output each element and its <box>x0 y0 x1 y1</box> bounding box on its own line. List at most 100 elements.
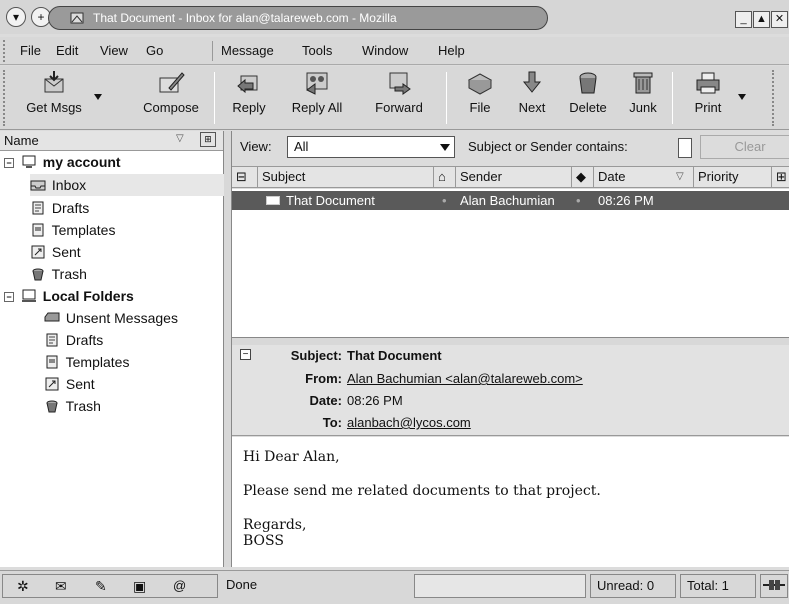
folder-sent[interactable]: Sent <box>30 241 81 263</box>
message-body[interactable]: Hi Dear Alan, Please send me related doc… <box>232 437 789 567</box>
clear-button[interactable]: Clear <box>700 135 789 159</box>
folder-templates[interactable]: Templates <box>44 351 129 373</box>
row-date: 08:26 PM <box>598 193 654 208</box>
next-label: Next <box>518 100 546 115</box>
message-splitter[interactable] <box>232 337 789 345</box>
minimize-button[interactable]: _ <box>735 11 752 28</box>
subject-label: Subject: <box>290 348 342 363</box>
column-date[interactable]: Date ▽ <box>594 167 694 188</box>
irc-chat-icon[interactable]: @ <box>173 575 186 597</box>
from-link[interactable]: Alan Bachumian <alan@talareweb.com> <box>347 371 583 386</box>
to-label: To: <box>322 415 342 430</box>
folder-label: Sent <box>51 244 81 260</box>
folder-trash[interactable]: Trash <box>44 395 101 417</box>
print-dropdown[interactable] <box>738 94 746 100</box>
maximize-button[interactable]: ▲ <box>753 11 770 28</box>
delete-label: Delete <box>569 100 607 115</box>
toolbar-grip[interactable] <box>3 70 8 126</box>
account-name: my account <box>42 154 121 170</box>
address-book-icon[interactable]: ▣ <box>133 575 146 597</box>
chevron-down-icon <box>440 144 450 151</box>
column-picker-icon[interactable]: ⊞ <box>200 132 216 147</box>
header-collapse-icon[interactable]: − <box>240 349 251 360</box>
forward-label: Forward <box>375 100 423 115</box>
folder-sent[interactable]: Sent <box>44 373 95 395</box>
compose-label: Compose <box>143 100 199 115</box>
menu-edit[interactable]: Edit <box>56 43 78 58</box>
toolbar-separator <box>214 72 215 124</box>
folder-inbox[interactable]: Inbox <box>30 174 224 196</box>
mozilla-icon <box>70 12 84 24</box>
get-msgs-button[interactable]: Get Msgs <box>20 70 88 126</box>
search-input[interactable] <box>678 138 692 158</box>
folder-drafts[interactable]: Drafts <box>44 329 103 351</box>
trash-icon <box>32 268 44 281</box>
compose-button[interactable]: Compose <box>136 70 206 126</box>
account-name: Local Folders <box>42 288 134 304</box>
to-link[interactable]: alanbach@lycos.com <box>347 415 471 430</box>
folder-pane-header[interactable]: Name ▽ ⊞ <box>0 131 223 151</box>
sent-icon <box>31 245 45 259</box>
body-text: Please send me related documents to that… <box>243 483 601 499</box>
menubar-grip[interactable] <box>3 40 8 62</box>
junk-button[interactable]: Junk <box>622 70 664 126</box>
row-sender: Alan Bachumian <box>460 193 555 208</box>
navigator-icon[interactable]: ✲ <box>17 575 29 597</box>
mail-icon[interactable]: ✉ <box>55 575 67 597</box>
column-picker-icon[interactable]: ⊞ <box>772 167 789 188</box>
column-sender[interactable]: Sender <box>456 167 572 188</box>
window-title-pill: That Document - Inbox for alan@talareweb… <box>48 6 548 30</box>
reply-button[interactable]: Reply <box>226 70 272 126</box>
status-bar: ✲ ✉ ✎ ▣ @ Done Unread: 0 Total: 1 <box>0 570 789 604</box>
menubar-divider <box>212 41 213 61</box>
online-status-icon[interactable] <box>760 574 788 598</box>
menu-message[interactable]: Message <box>221 43 274 58</box>
column-subject[interactable]: Subject <box>258 167 434 188</box>
message-icon <box>266 196 280 205</box>
plug-icon <box>763 580 785 590</box>
next-button[interactable]: Next <box>510 70 554 126</box>
delete-button[interactable]: Delete <box>562 70 614 126</box>
print-button[interactable]: Print <box>684 70 732 126</box>
print-label: Print <box>694 100 722 115</box>
menu-go[interactable]: Go <box>146 43 163 58</box>
reply-label: Reply <box>232 100 266 115</box>
collapse-toggle-icon[interactable]: − <box>4 292 14 302</box>
forward-button[interactable]: Forward <box>362 70 436 126</box>
pane-splitter[interactable] <box>224 131 232 567</box>
thread-dot-icon: • <box>442 193 447 208</box>
message-header: − Subject: That Document From: Alan Bach… <box>232 345 789 436</box>
title-bar: ▾ + That Document - Inbox for alan@talar… <box>0 0 789 34</box>
account-local-folders[interactable]: − Local Folders <box>4 285 134 307</box>
menu-help[interactable]: Help <box>438 43 465 58</box>
window-menu-button[interactable]: ▾ <box>6 7 26 27</box>
reply-all-button[interactable]: Reply All <box>280 70 354 126</box>
collapse-toggle-icon[interactable]: − <box>4 158 14 168</box>
menu-tools[interactable]: Tools <box>302 43 332 58</box>
folder-drafts[interactable]: Drafts <box>30 197 89 219</box>
table-row[interactable]: That Document • Alan Bachumian • 08:26 P… <box>232 191 789 210</box>
composer-icon[interactable]: ✎ <box>95 575 107 597</box>
get-msgs-dropdown[interactable] <box>94 94 102 100</box>
attachment-column-icon[interactable]: ⌂ <box>434 167 456 188</box>
view-select[interactable]: All <box>287 136 455 158</box>
menu-file[interactable]: File <box>20 43 41 58</box>
menu-window[interactable]: Window <box>362 43 408 58</box>
total-count: Total: 1 <box>680 574 756 598</box>
view-label: View: <box>240 139 272 154</box>
drafts-icon <box>32 201 44 215</box>
toolbar-end-grip[interactable] <box>772 70 777 126</box>
thread-column-icon[interactable]: ⊟ <box>232 167 258 188</box>
file-button[interactable]: File <box>458 70 502 126</box>
folder-unsent-messages[interactable]: Unsent Messages <box>44 307 178 329</box>
column-priority[interactable]: Priority <box>694 167 772 188</box>
folder-templates[interactable]: Templates <box>30 219 115 241</box>
forward-icon <box>389 72 411 95</box>
sort-icon[interactable]: ▽ <box>176 133 184 144</box>
read-column-icon[interactable]: ◆ <box>572 167 594 188</box>
folder-trash[interactable]: Trash <box>30 263 87 285</box>
close-button[interactable]: ✕ <box>771 11 788 28</box>
menu-view[interactable]: View <box>100 43 128 58</box>
account-my-account[interactable]: − my account <box>4 151 121 173</box>
menu-bar: File Edit View Go Message Tools Window H… <box>0 37 789 65</box>
